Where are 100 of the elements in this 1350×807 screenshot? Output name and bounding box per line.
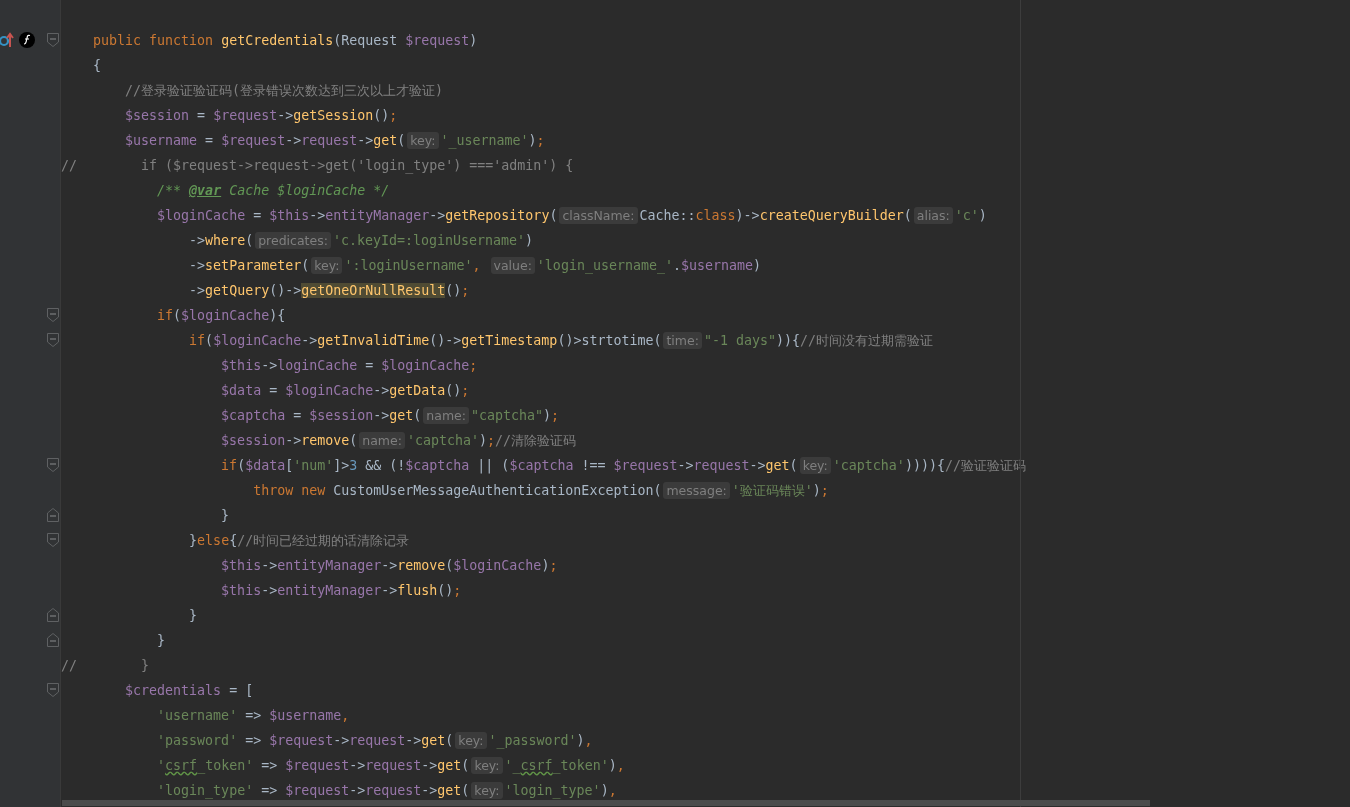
code-text: { — [229, 533, 238, 548]
code-text: ()>strtotime( — [557, 333, 662, 348]
code-text: ; — [820, 483, 829, 498]
code-text: ) — [528, 133, 537, 148]
code-text: $credentials — [125, 683, 222, 698]
parameter-hint: key: — [799, 457, 831, 474]
code-text: csrf — [165, 758, 198, 773]
horizontal-scrollbar[interactable] — [62, 800, 1150, 806]
parameter-hint: key: — [311, 257, 343, 274]
code-text: getOneOrNullResult — [301, 283, 446, 298]
code-text: 'password' — [157, 733, 238, 748]
code-text: ( — [903, 208, 912, 223]
code-text: 3 — [349, 458, 358, 473]
code-text: = — [268, 383, 279, 398]
fold-icon[interactable] — [47, 33, 59, 47]
code-text: -> — [677, 458, 694, 473]
fold-icon[interactable] — [47, 508, 59, 522]
code-text: // } — [61, 658, 150, 673]
code-text: $loginCache — [213, 333, 302, 348]
parameter-hint: key: — [455, 732, 487, 749]
symfony-icon[interactable] — [19, 32, 35, 48]
code-text: request — [693, 458, 750, 473]
fold-icon[interactable] — [47, 458, 59, 472]
code-text: -> — [349, 758, 366, 773]
code-text: $request — [613, 458, 678, 473]
code-text: -> — [405, 733, 422, 748]
code-text: -> — [277, 108, 294, 123]
code-text: 'c' — [954, 208, 979, 223]
code-text: () — [445, 383, 462, 398]
code-text: $request — [285, 783, 350, 798]
code-text: $loginCache — [285, 383, 374, 398]
parameter-hint: value: — [490, 257, 535, 274]
code-text: "captcha" — [470, 408, 544, 423]
fold-icon[interactable] — [47, 533, 59, 547]
code-text: , — [616, 758, 625, 773]
code-text: -> — [261, 558, 278, 573]
code-text: $data — [221, 383, 262, 398]
code-text: get — [373, 133, 398, 148]
parameter-hint: predicates: — [255, 232, 331, 249]
fold-icon[interactable] — [47, 608, 59, 622]
code-text: $request — [221, 133, 286, 148]
code-text: ; — [487, 433, 495, 448]
override-icon[interactable] — [0, 32, 14, 48]
code-text: where — [205, 233, 246, 248]
code-text: ; — [551, 408, 560, 423]
code-text: ( — [301, 258, 310, 273]
code-text: -> — [189, 233, 206, 248]
code-text: ; — [536, 133, 545, 148]
code-text: ) — [525, 233, 534, 248]
code-text: } — [189, 533, 198, 548]
code-text: -> — [261, 358, 278, 373]
code-text: ) — [978, 208, 987, 223]
code-text: $request — [405, 33, 470, 48]
code-text: $request — [269, 733, 334, 748]
code-text: -> — [301, 333, 318, 348]
code-text: = — [364, 358, 375, 373]
code-text: '_username' — [440, 133, 529, 148]
code-text: ) — [469, 33, 478, 48]
code-text: -> — [749, 458, 766, 473]
code-text: //登录验证验证码(登录错误次数达到三次以上才验证) — [125, 83, 444, 98]
code-text: CustomUserMessageAuthenticationException( — [333, 483, 662, 498]
code-text: entityManager — [277, 583, 382, 598]
parameter-hint: key: — [407, 132, 439, 149]
code-text: || ( — [476, 458, 510, 473]
code-text: loginCache — [277, 358, 358, 373]
code-text: ) — [576, 733, 585, 748]
code-text: 'login_type' — [157, 783, 254, 798]
code-text: => — [244, 733, 263, 748]
fold-icon[interactable] — [47, 333, 59, 347]
code-text: ){ — [269, 308, 286, 323]
code-text: '_ — [504, 758, 521, 773]
code-text: } — [189, 608, 198, 623]
code-text: -> — [373, 383, 390, 398]
code-text: $captcha — [405, 458, 470, 473]
code-text: ( — [789, 458, 798, 473]
code-text: () — [373, 108, 390, 123]
fold-icon[interactable] — [47, 633, 59, 647]
code-text: ( — [397, 133, 406, 148]
code-text: = — [292, 408, 303, 423]
code-text: //清除验证码 — [495, 433, 576, 448]
code-text: class — [695, 208, 736, 223]
fold-icon[interactable] — [47, 308, 59, 322]
code-text: ( — [413, 408, 422, 423]
code-text: ) — [543, 408, 552, 423]
parameter-hint: message: — [663, 482, 730, 499]
code-text: $loginCache — [157, 208, 246, 223]
fold-icon[interactable] — [47, 683, 59, 697]
code-text: () — [437, 583, 454, 598]
code-text: //时间已经过期的话清除记录 — [237, 533, 410, 548]
code-text: get — [437, 783, 462, 798]
code-text: !== — [580, 458, 607, 473]
code-text: get — [437, 758, 462, 773]
code-text: 'captcha' — [406, 433, 479, 448]
code-text: ( — [461, 783, 470, 798]
code-text: $session — [309, 408, 374, 423]
code-text: $session — [125, 108, 190, 123]
parameter-hint: name: — [423, 407, 469, 424]
parameter-hint: key: — [471, 757, 503, 774]
code-text: ()-> — [269, 283, 302, 298]
code-text: $this — [221, 583, 262, 598]
